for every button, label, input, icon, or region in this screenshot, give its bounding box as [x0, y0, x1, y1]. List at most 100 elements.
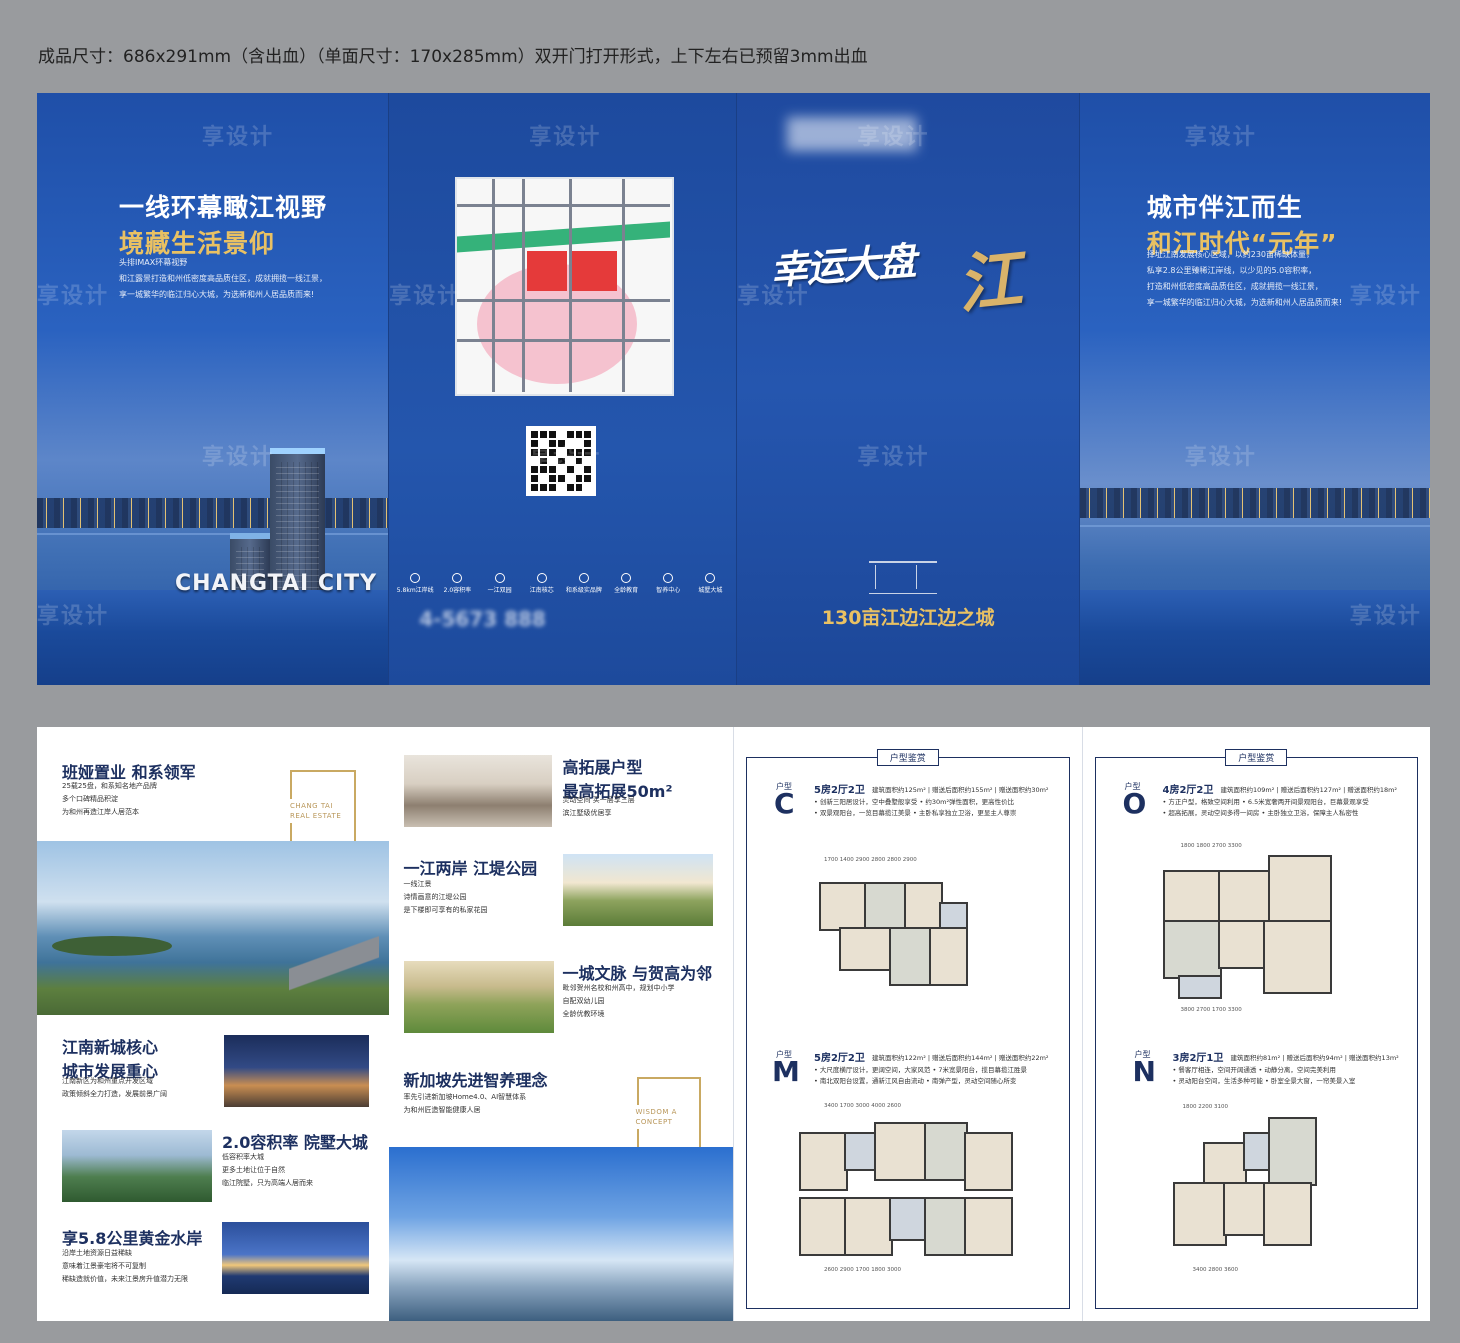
- p2-frame-label-1: WISDOM A: [635, 1108, 677, 1116]
- p2-text-3: 毗邻贺州名校和州高中，规划中小学 自配双幼儿园 全龄优教环境: [563, 982, 675, 1021]
- right-sub-1: 择址江南发展核心区域，以约230亩稀缺体量，: [1146, 250, 1315, 259]
- floor-plan-c: [819, 867, 969, 987]
- map-road: [457, 299, 671, 302]
- plan-m-title: 5房2厅2卫: [814, 1053, 865, 1064]
- right-skyline: [1079, 488, 1430, 518]
- p1-text-3a: 低容积率大城: [222, 1153, 264, 1161]
- plan-letter-n: N: [1132, 1055, 1156, 1088]
- plan-n-bullet-2: • 灵动阳台空间，生活多种可能 • 卧室全景大窗，一帘美景入室: [1172, 1077, 1356, 1085]
- feature-item: 2.0容积率: [437, 573, 477, 594]
- p1-text-4c: 稀缺造就价值，未来江景房升值潜力无限: [62, 1275, 188, 1283]
- p2-text-3c: 全龄优教环境: [562, 1010, 605, 1018]
- left-sub-2: 和江露景打造和州低密度高品质住区，成就拥揽一线江景，: [119, 274, 327, 283]
- dimension: 1800 1800 2700 3300: [1180, 843, 1242, 849]
- feature-item: 一江双园: [480, 573, 520, 594]
- p1-text-4: 沿岸土地资源日益稀缺 意味着江景豪宅将不可复制 稀缺造就价值，未来江景房升值潜力…: [62, 1247, 188, 1286]
- brochure-outside: 一线环幕瞰江视野 境藏生活景仰 头排IMAX环幕视野 和江露景打造和州低密度高品…: [37, 93, 1430, 685]
- inside-panel-2: 高拓展户型 最高拓展50m² 灵动空间 买一层享三层 滨江墅级优居享 一江两岸 …: [388, 727, 733, 1321]
- p2-frame-label: WISDOM A CONCEPT: [632, 1105, 680, 1129]
- p2-text-4: 率先引进新加坡Home4.0、AI智慧体系 为和州匠造智能健康人居: [404, 1091, 527, 1117]
- p1-frame-label-2: REAL ESTATE: [290, 812, 342, 820]
- cover-calligraphy-jiang: 江: [954, 241, 1026, 324]
- watermark: 享设计: [1184, 125, 1257, 150]
- feature-icon: [578, 573, 589, 583]
- right-water: [1079, 590, 1430, 685]
- feature-label: 智养中心: [656, 587, 681, 594]
- outside-cover-panel: 幸运大盘 江 130亩江边江边之城 享设计 享设计 享设计: [736, 93, 1079, 685]
- feature-label: 江南核芯: [529, 587, 554, 594]
- left-heading: 一线环幕瞰江视野 境藏生活景仰: [119, 188, 327, 260]
- p2-text-2: 一线江景 诗情画意的江堤公园 是下楼即可享有的私家花园: [404, 878, 488, 917]
- map-road: [492, 179, 496, 392]
- p2-text-2a: 一线江景: [403, 880, 432, 888]
- plan-letter-c: C: [774, 787, 795, 820]
- floor-plan-o: [1162, 855, 1338, 1000]
- location-map: [455, 177, 675, 396]
- p2-heading-4: 新加坡先进智养理念: [403, 1071, 548, 1090]
- plan-o-title: 4房2厅2卫: [1162, 785, 1214, 796]
- p2-text-2b: 诗情画意的江堤公园: [403, 893, 467, 901]
- outside-map-panel: 5.8km江岸线 2.0容积率 一江双园 江南核芯 和系级实品牌 全龄教育 智养…: [388, 93, 737, 685]
- p2-text-4b: 为和州匠造智能健康人居: [403, 1106, 481, 1114]
- watermark: 享设计: [1184, 445, 1257, 470]
- hotline-phone: 4-5673 888: [419, 607, 546, 631]
- pavilion-illustration: [869, 561, 938, 594]
- right-waterline: [1079, 525, 1430, 527]
- plan-badge: 户型鉴赏: [876, 749, 939, 766]
- plan-c-bullet-1: • 创新三阳居设计，空中叠墅般享受 • 约30m²弹性面积，更高性价比: [814, 798, 1015, 806]
- p2-frame-label-2: CONCEPT: [635, 1118, 673, 1126]
- p2-text-1a: 灵动空间 买一层享三层: [562, 796, 635, 804]
- feature-item: 城墅大城: [690, 573, 730, 594]
- feature-icon: [705, 573, 716, 583]
- plan-m-bullet-2: • 南北双阳台设置，通新江风自由流动 • 南弹产型，灵动空间随心所变: [814, 1077, 1017, 1085]
- floor-plan-m: [799, 1112, 1014, 1262]
- p1-heading-4: 享5.8公里黄金水岸: [62, 1229, 203, 1248]
- dimension: 3400 1700 3000 4000 2600: [824, 1103, 901, 1109]
- blurred-logo: [787, 117, 918, 151]
- p1-text-1: 25载25盘，和系知名地产品牌 多个口碑精品积淀 为和州再造江岸人居范本: [62, 780, 157, 819]
- outside-right-panel: 城市伴江而生 和江时代“元年” 择址江南发展核心区域，以约230亩稀缺体量， 私…: [1078, 93, 1430, 685]
- p2-heading-1a: 高拓展户型: [562, 758, 643, 777]
- feature-item: 和系级实品牌: [564, 573, 604, 594]
- feature-label: 一江双园: [487, 587, 512, 594]
- p1-text-1a: 25载25盘，和系知名地产品牌: [62, 782, 157, 790]
- feature-icon: [663, 573, 674, 583]
- feature-label: 5.8km江岸线: [396, 587, 434, 594]
- dimension: 3400 2800 3600: [1192, 1267, 1239, 1273]
- p2-text-2c: 是下楼即可享有的私家花园: [403, 906, 488, 914]
- feature-item: 江南核芯: [522, 573, 562, 594]
- feature-label: 和系级实品牌: [565, 587, 602, 594]
- p2-heading-3: 一城文脉 与贺高为邻: [562, 964, 713, 983]
- feature-icon: [536, 573, 547, 583]
- map-river: [457, 221, 671, 253]
- plan-o-bullet-1: • 方正户型，格致空间利用 • 6.5米宽奢两开间景观阳台，巨幕景观享受: [1162, 798, 1369, 806]
- p1-frame-label-1: CHANG TAI: [290, 802, 333, 810]
- feature-item: 5.8km江岸线: [395, 573, 435, 594]
- plan-badge: 户型鉴赏: [1225, 749, 1288, 766]
- watermark: 享设计: [37, 284, 110, 309]
- p1-text-2: 江南新区为和州重点开发区域 政策倾斜全力打造，发展前景广阔: [62, 1075, 167, 1101]
- map-road: [457, 339, 671, 342]
- riverside-park-photo: [562, 854, 713, 926]
- left-sub-1: 头排IMAX环幕视野: [119, 258, 188, 267]
- p1-heading-2a: 江南新城核心: [62, 1038, 159, 1057]
- plan-o-area: 建筑面积约109m² | 赠送后面积约127m² | 赠送面积约18m²: [1220, 786, 1398, 794]
- p1-text-4a: 沿岸土地资源日益稀缺: [62, 1249, 132, 1257]
- map-road: [569, 179, 573, 392]
- map-road: [622, 179, 626, 392]
- floor-plan-n: [1172, 1117, 1318, 1257]
- p1-text-4b: 意味着江景豪宅将不可复制: [62, 1262, 146, 1270]
- qr-code[interactable]: [526, 426, 597, 496]
- dimension: 1800 2200 3100: [1182, 1104, 1229, 1110]
- p1-text-3c: 临江院墅，只为高端人居而来: [222, 1179, 313, 1187]
- city-park-photo: [62, 1130, 212, 1202]
- p2-text-3b: 自配双幼儿园: [562, 997, 605, 1005]
- singapore-skyline-photo: [388, 1147, 733, 1321]
- p1-text-2b: 政策倾斜全力打造，发展前景广阔: [62, 1090, 167, 1098]
- plan-n-bullet-1: • 餐客厅相连，空间开阔通透 • 动静分离，空间完美利用: [1172, 1066, 1336, 1074]
- feature-icon: [494, 573, 505, 583]
- plan-o-bullet-2: • 超高拓展，灵动空间多得一间房 • 主卧独立卫浴，保障主人私密性: [1162, 809, 1359, 817]
- cover-calligraphy: 幸运大盘: [769, 238, 917, 293]
- cover-tagline: 130亩江边江边之城: [821, 607, 995, 629]
- p2-text-4a: 率先引进新加坡Home4.0、AI智慧体系: [403, 1093, 527, 1101]
